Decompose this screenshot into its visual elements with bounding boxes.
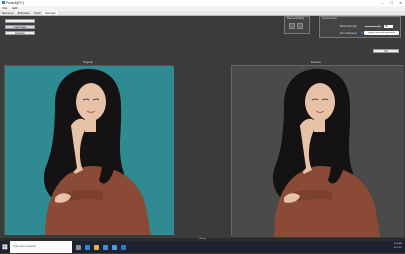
neck-shape — [85, 118, 96, 132]
hint-tooltip: Highlight areas with expressions — [364, 31, 399, 35]
example-button[interactable]: Example — [5, 31, 35, 35]
taskbar-apps — [74, 241, 128, 253]
workspace: Load Image Example Manual Editing Commen… — [0, 16, 405, 253]
tab-remove[interactable]: Remove — [0, 11, 16, 15]
edge-icon[interactable] — [83, 241, 92, 253]
windows-start-icon[interactable] — [0, 241, 10, 253]
system-tray[interactable]: 9:30 AM 1/1/2021 — [393, 241, 402, 253]
preview-photo — [232, 66, 404, 237]
face-shape — [76, 83, 106, 121]
photoai-app-icon[interactable] — [119, 241, 128, 253]
eraser-icon[interactable] — [297, 22, 303, 29]
mask-strength-label: Mask Strength — [340, 25, 357, 29]
ok-button[interactable]: OK — [373, 49, 399, 53]
app-icon — [1, 1, 5, 5]
taskbar: Type here to search 9:30 AM 1/1/2021 — [0, 241, 405, 253]
info-icon — [360, 31, 363, 35]
original-label: Original — [83, 60, 93, 64]
fine-tolerance-label: Fine Tolerance — [340, 31, 357, 35]
face-shape — [305, 83, 335, 121]
brush-icon[interactable] — [289, 22, 295, 29]
tab-enhance[interactable]: Enhance — [16, 11, 32, 15]
taskbar-search-input[interactable]: Type here to search — [10, 241, 72, 253]
window-title: PhotoAI(PC) — [6, 1, 24, 5]
original-image-panel[interactable] — [4, 65, 174, 236]
file-explorer-icon[interactable] — [92, 241, 101, 253]
manual-editing-group: Manual Editing — [284, 16, 310, 34]
tab-settings[interactable]: Settings — [42, 11, 58, 15]
preview-image-panel[interactable] — [231, 65, 404, 237]
store-icon[interactable] — [101, 241, 110, 253]
original-photo — [5, 66, 174, 236]
task-view-icon[interactable] — [74, 241, 83, 253]
clock-date: 1/1/2021 — [393, 246, 402, 249]
commentary-label: Commentary — [322, 17, 337, 21]
sidebar-button-blank[interactable] — [5, 19, 35, 23]
manual-editing-label: Manual Editing — [287, 17, 305, 21]
preview-label: Preview — [311, 60, 321, 64]
neck-shape — [314, 118, 325, 132]
mask-strength-thumb[interactable] — [378, 25, 381, 29]
tab-vivid[interactable]: Vivid — [32, 11, 43, 15]
commentary-group: Commentary Mask Strength 80 Fine Toleran… — [319, 16, 401, 38]
mail-icon[interactable] — [110, 241, 119, 253]
mask-strength-value[interactable]: 80 — [384, 24, 393, 29]
load-image-button[interactable]: Load Image — [5, 25, 35, 29]
